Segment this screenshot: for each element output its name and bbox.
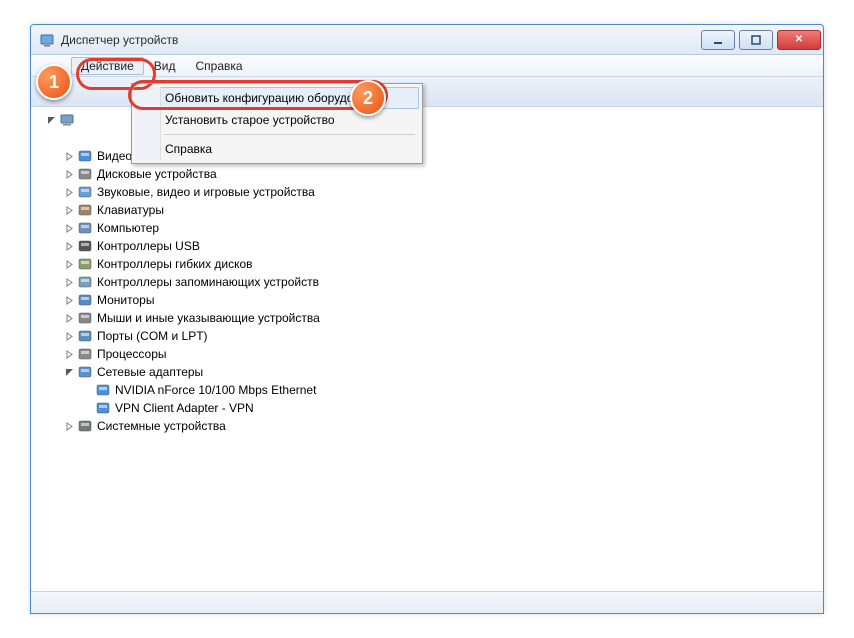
tree-item-label: Клавиатуры xyxy=(97,203,164,217)
tree-item[interactable]: NVIDIA nForce 10/100 Mbps Ethernet xyxy=(31,381,823,399)
expander-none-icon xyxy=(81,384,93,396)
expander-closed-icon[interactable] xyxy=(63,186,75,198)
mouse-icon xyxy=(77,310,93,326)
tree-item[interactable]: Компьютер xyxy=(31,219,823,237)
tree-item-label: Звуковые, видео и игровые устройства xyxy=(97,185,315,199)
network-icon xyxy=(77,364,93,380)
tree-item[interactable]: Контроллеры запоминающих устройств xyxy=(31,273,823,291)
tree-item-label: Компьютер xyxy=(97,221,159,235)
tree-item-label: Мыши и иные указывающие устройства xyxy=(97,311,320,325)
statusbar xyxy=(31,591,823,613)
expander-closed-icon[interactable] xyxy=(63,258,75,270)
computer-root-icon xyxy=(59,112,75,128)
tree-item-label: Системные устройства xyxy=(97,419,226,433)
cpu-icon xyxy=(77,346,93,362)
nic-icon xyxy=(95,400,111,416)
tree-item[interactable]: Системные устройства xyxy=(31,417,823,435)
disk-icon xyxy=(77,166,93,182)
expander-closed-icon[interactable] xyxy=(63,294,75,306)
keyboard-icon xyxy=(77,202,93,218)
expander-closed-icon[interactable] xyxy=(63,150,75,162)
expander-open-icon[interactable] xyxy=(45,114,57,126)
tree-item[interactable]: Клавиатуры xyxy=(31,201,823,219)
menu-separator xyxy=(163,134,415,135)
expander-closed-icon[interactable] xyxy=(63,312,75,324)
tree-item-label: Процессоры xyxy=(97,347,167,361)
tree-item-label: Сетевые адаптеры xyxy=(97,365,203,379)
titlebar[interactable]: Диспетчер устройств ✕ xyxy=(31,25,823,55)
tree-item-label: Мониторы xyxy=(97,293,154,307)
sound-icon xyxy=(77,184,93,200)
tree-item-label: Дисковые устройства xyxy=(97,167,217,181)
tree-item-label: NVIDIA nForce 10/100 Mbps Ethernet xyxy=(115,383,316,397)
tree-item[interactable]: Контроллеры гибких дисков xyxy=(31,255,823,273)
nic-icon xyxy=(95,382,111,398)
usb-icon xyxy=(77,238,93,254)
tree-item[interactable]: Звуковые, видео и игровые устройства xyxy=(31,183,823,201)
tree-item[interactable]: Сетевые адаптеры xyxy=(31,363,823,381)
callout-1: 1 xyxy=(36,64,72,100)
tree-item[interactable]: Мониторы xyxy=(31,291,823,309)
tree-item[interactable]: Порты (COM и LPT) xyxy=(31,327,823,345)
port-icon xyxy=(77,328,93,344)
tree-item-label: Контроллеры запоминающих устройств xyxy=(97,275,319,289)
tree-item[interactable]: Мыши и иные указывающие устройства xyxy=(31,309,823,327)
tree-item[interactable]: Контроллеры USB xyxy=(31,237,823,255)
expander-open-icon[interactable] xyxy=(63,366,75,378)
close-button[interactable]: ✕ xyxy=(777,30,821,50)
display-icon xyxy=(77,148,93,164)
floppy-icon xyxy=(77,256,93,272)
expander-closed-icon[interactable] xyxy=(63,330,75,342)
minimize-button[interactable] xyxy=(701,30,735,50)
annotation-ring-2 xyxy=(128,80,388,110)
expander-closed-icon[interactable] xyxy=(63,240,75,252)
window-title: Диспетчер устройств xyxy=(61,33,178,47)
expander-closed-icon[interactable] xyxy=(63,204,75,216)
expander-closed-icon[interactable] xyxy=(63,168,75,180)
expander-closed-icon[interactable] xyxy=(63,222,75,234)
tree-item[interactable]: VPN Client Adapter - VPN xyxy=(31,399,823,417)
device-tree[interactable]: ВидеоадаптерыДисковые устройстваЗвуковые… xyxy=(31,107,823,591)
tree-item-label: Порты (COM и LPT) xyxy=(97,329,208,343)
tree-item-label: Контроллеры гибких дисков xyxy=(97,257,253,271)
app-icon xyxy=(39,32,55,48)
monitor-icon xyxy=(77,292,93,308)
storage-icon xyxy=(77,274,93,290)
device-manager-window: Диспетчер устройств ✕ Действие Вид Справ… xyxy=(30,24,824,614)
tree-item-label: VPN Client Adapter - VPN xyxy=(115,401,254,415)
tree-item[interactable]: Процессоры xyxy=(31,345,823,363)
expander-closed-icon[interactable] xyxy=(63,276,75,288)
expander-closed-icon[interactable] xyxy=(63,420,75,432)
window-buttons: ✕ xyxy=(697,30,821,50)
tree-item[interactable]: Дисковые устройства xyxy=(31,165,823,183)
callout-2: 2 xyxy=(350,80,386,116)
menu-item-help[interactable]: Справка xyxy=(135,138,419,160)
tree-item-label: Контроллеры USB xyxy=(97,239,200,253)
expander-closed-icon[interactable] xyxy=(63,348,75,360)
expander-none-icon xyxy=(81,402,93,414)
maximize-button[interactable] xyxy=(739,30,773,50)
system-icon xyxy=(77,418,93,434)
computer-icon xyxy=(77,220,93,236)
menu-help[interactable]: Справка xyxy=(185,57,252,75)
